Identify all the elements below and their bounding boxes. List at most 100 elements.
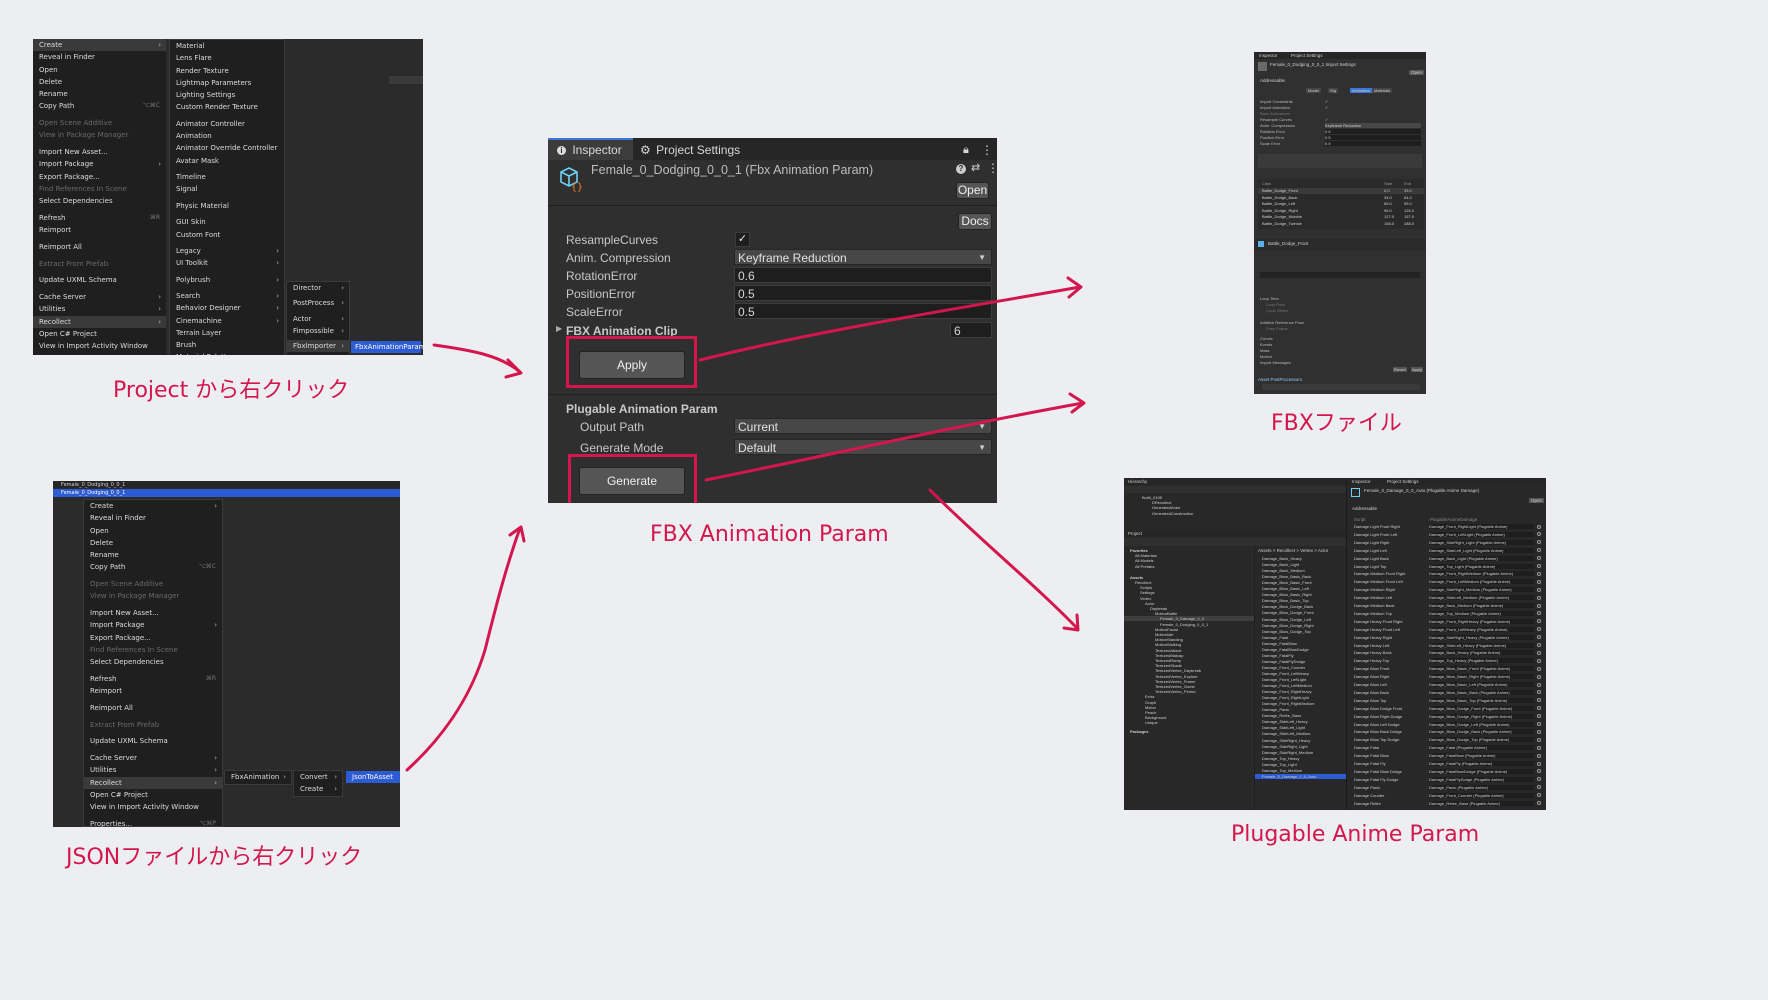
create-menu-item[interactable]: Signal: [170, 183, 284, 195]
subtab-rig[interactable]: Rig: [1328, 88, 1339, 93]
project-file-item[interactable]: Damage_Blow_Dodge_Right: [1262, 623, 1314, 628]
entry-object-field[interactable]: Damage_Front_LeftHeavy (Plugable Anime): [1429, 626, 1534, 632]
project-tree-item[interactable]: Unique: [1145, 720, 1158, 725]
entry-object-field[interactable]: Damage_Blow_Basic_Left (Plugable Anime): [1429, 682, 1534, 687]
create-menu-item[interactable]: Animator Controller: [170, 118, 284, 130]
object-picker-icon[interactable]: [1537, 650, 1541, 655]
compression-dropdown[interactable]: Keyframe Reduction: [1325, 123, 1421, 128]
clip-name[interactable]: Battle_Dodge_Right: [1262, 208, 1298, 213]
entry-object-field[interactable]: Damage_FatalFlyDodge (Plugable Anime): [1429, 776, 1534, 782]
menu-item[interactable]: View in Import Activity Window: [84, 801, 222, 813]
project-file-item[interactable]: Damage_Retire_Base: [1262, 713, 1301, 718]
object-picker-icon[interactable]: [1537, 635, 1541, 640]
menu-item[interactable]: Reveal in Finder: [33, 51, 166, 63]
object-picker-icon[interactable]: [1537, 682, 1541, 687]
create-menu-item[interactable]: Terrain Layer: [170, 327, 284, 339]
recollect-menu-item[interactable]: Fimpossible ›: [287, 325, 349, 337]
create-menu-item[interactable]: GUI Skin: [170, 216, 284, 228]
menu-item[interactable]: Copy Path ⌥⌘C: [33, 100, 166, 112]
entry-object-field[interactable]: Damage_Blow_Dodge_Back (Plugable Anime): [1429, 729, 1534, 735]
entry-object-field[interactable]: Damage_Front_RightHeavy (Plugable Anime): [1429, 618, 1534, 624]
object-picker-icon[interactable]: [1537, 690, 1541, 695]
open-button[interactable]: Open: [1529, 498, 1545, 503]
entry-object-field[interactable]: Damage_Blow_Dodge_Front (Plugable Anime): [1429, 705, 1534, 711]
entry-object-field[interactable]: Damage_SideRight_Medium (Plugable Anime): [1429, 587, 1534, 593]
project-file-item[interactable]: Female_0_Damage_0_0_Auto: [1262, 774, 1316, 779]
menu-item[interactable]: Import Package ›: [84, 619, 222, 631]
menu-item[interactable]: Properties... ⌥⌘P: [84, 818, 222, 827]
object-picker-icon[interactable]: [1537, 611, 1541, 616]
menu-item[interactable]: Select Dependencies: [33, 195, 166, 207]
menu-item[interactable]: Copy Path ⌥⌘C: [84, 561, 222, 573]
object-picker-icon[interactable]: [1537, 532, 1541, 537]
clip-name[interactable]: Battle_Dodge_Front: [1262, 188, 1298, 193]
project-file-item[interactable]: Damage_FatalFly: [1262, 653, 1294, 658]
hierarchy-item[interactable]: GeneratedConstruction: [1152, 511, 1193, 516]
menu-item[interactable]: Update UXML Schema: [33, 274, 166, 286]
project-tree-item[interactable]: All Prefabs: [1135, 564, 1154, 569]
object-picker-icon[interactable]: [1537, 737, 1541, 742]
menu-item[interactable]: Export Package...: [33, 171, 166, 183]
open-button[interactable]: Open: [956, 182, 989, 199]
create-menu-item[interactable]: Search ›: [170, 290, 284, 302]
entry-object-field[interactable]: Damage_Front_Counter (Plugable Anime): [1429, 792, 1534, 798]
checkbox[interactable]: ✓: [1325, 105, 1328, 110]
project-file-item[interactable]: Damage_Front_LeftMedium: [1262, 683, 1312, 688]
entry-object-field[interactable]: Damage_SideLeft_Medium (Plugable Anime): [1429, 595, 1534, 601]
create-menu-item[interactable]: Timeline: [170, 171, 284, 183]
entry-object-field[interactable]: Damage_Front_LeftMedium (Plugable Anime): [1429, 579, 1534, 585]
entry-object-field[interactable]: Damage_Blow_Basic_Top (Plugable Anime): [1429, 697, 1534, 703]
create-menu-item[interactable]: Animator Override Controller: [170, 142, 284, 154]
entry-object-field[interactable]: Damage_Blow_Dodge_Right (Plugable Anime): [1429, 713, 1534, 719]
entry-object-field[interactable]: Damage_SideRight_Light (Plugable Anime): [1429, 539, 1534, 545]
create-menu-item[interactable]: Legacy ›: [170, 245, 284, 257]
generate-mode-dropdown[interactable]: Default ▼: [734, 439, 992, 455]
object-picker-icon[interactable]: [1537, 564, 1541, 568]
tree-item-selected[interactable]: Female_0_Dodging_0_0_1: [61, 490, 125, 496]
project-file-item[interactable]: Damage_FatalBlow: [1262, 641, 1297, 646]
project-file-item[interactable]: Damage_Blow_Basic_Left: [1262, 586, 1309, 591]
fbx-animation-menu-item[interactable]: FbxAnimation ›: [225, 771, 291, 783]
foldout-arrow-icon[interactable]: ▶: [556, 324, 562, 333]
create-menu-item[interactable]: Custom Render Texture: [170, 101, 284, 113]
menu-item[interactable]: Open: [84, 525, 222, 537]
create-menu-item[interactable]: Behavior Designer ›: [170, 302, 284, 314]
project-file-item[interactable]: Damage_Front_RightMedium: [1262, 701, 1314, 706]
preset-icon[interactable]: ⇄: [971, 161, 980, 174]
object-picker-icon[interactable]: [1537, 785, 1541, 790]
object-picker-icon[interactable]: [1537, 643, 1541, 647]
clip-name[interactable]: Battle_Dodge_Wobble: [1262, 214, 1302, 219]
resample-curves-checkbox[interactable]: ✓: [735, 232, 750, 247]
clip-name[interactable]: Battle_Dodge_Back: [1262, 195, 1297, 200]
project-file-item[interactable]: Damage_Top_Heavy: [1262, 756, 1299, 761]
object-picker-icon[interactable]: [1537, 524, 1541, 529]
project-file-item[interactable]: Damage_Front_LeftHeavy: [1262, 671, 1309, 676]
project-file-item[interactable]: Damage_Blow_Dodge_Front: [1262, 610, 1314, 615]
create-menu-item[interactable]: Lighting Settings: [170, 89, 284, 101]
entry-object-field[interactable]: Damage_Front_RightMedium (Plugable Anime…: [1429, 571, 1534, 577]
recollect-menu-item[interactable]: FbxImporter ›: [287, 340, 349, 353]
object-picker-icon[interactable]: [1537, 658, 1541, 663]
entry-object-field[interactable]: Damage_SideLeft_Light (Plugable Anime): [1429, 547, 1534, 553]
menu-item[interactable]: Update UXML Schema: [84, 735, 222, 747]
menu-item[interactable]: Delete: [84, 537, 222, 549]
menu-item[interactable]: Open C# Project: [33, 328, 166, 340]
tab-project-settings[interactable]: Project Settings: [1387, 479, 1419, 484]
entry-object-field[interactable]: Damage_Top_Light (Plugable Anime): [1429, 563, 1534, 569]
tab-inspector[interactable]: Inspector: [1352, 479, 1371, 484]
object-picker-icon[interactable]: [1537, 801, 1541, 805]
docs-button[interactable]: Docs: [958, 213, 992, 230]
object-picker-icon[interactable]: [1537, 714, 1541, 719]
project-file-item[interactable]: Damage_Front_LeftLight: [1262, 677, 1306, 682]
project-file-item[interactable]: Damage_Blow_Basic_Front: [1262, 580, 1312, 585]
recollect-menu-item[interactable]: Actor ›: [287, 313, 349, 325]
create-menu-item[interactable]: Lens Flare: [170, 52, 284, 64]
entry-object-field[interactable]: Damage_Fatal (Plugable Anime): [1429, 745, 1534, 751]
object-picker-icon[interactable]: [1537, 556, 1541, 561]
project-file-item[interactable]: Damage_Blow_Dodge_Top: [1262, 629, 1311, 634]
project-tree-item[interactable]: Packages: [1130, 729, 1148, 734]
project-file-item[interactable]: Damage_Back_Light: [1262, 562, 1299, 567]
tab-project[interactable]: Project: [1128, 531, 1142, 536]
create-menu-item[interactable]: Lightmap Parameters: [170, 77, 284, 89]
menu-item[interactable]: Open: [33, 64, 166, 76]
